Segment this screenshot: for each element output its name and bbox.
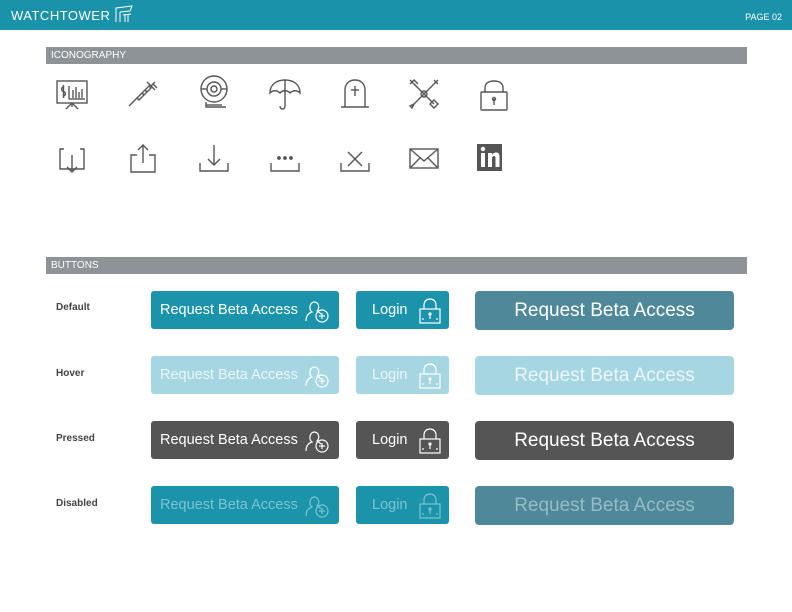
button-label: Request Beta Access [514, 430, 695, 451]
buttons-section-header: BUTTONS [46, 257, 747, 274]
padlock-icon [417, 428, 443, 454]
request-beta-access-large-button[interactable]: Request Beta Access [475, 421, 734, 460]
webcam-icon [196, 74, 232, 110]
request-beta-access-large-button[interactable]: Request Beta Access [475, 356, 734, 395]
state-label-default: Default [56, 302, 90, 313]
state-label-pressed: Pressed [56, 433, 95, 444]
add-user-icon [304, 363, 330, 389]
download-icon [196, 141, 232, 177]
button-label: Login [372, 432, 408, 448]
add-user-icon [304, 298, 330, 324]
login-button[interactable]: Login [356, 356, 449, 394]
button-label: Request Beta Access [514, 300, 695, 321]
clear-icon [337, 141, 373, 177]
request-beta-access-large-button[interactable]: Request Beta Access [475, 291, 734, 330]
inbox-icon [54, 141, 90, 177]
syringe-icon [125, 76, 161, 112]
request-beta-access-button[interactable]: Request Beta Access [151, 291, 339, 329]
request-beta-access-button: Request Beta Access [151, 486, 339, 524]
button-label: Request Beta Access [514, 365, 695, 386]
request-beta-access-button[interactable]: Request Beta Access [151, 356, 339, 394]
button-label: Request Beta Access [160, 367, 298, 383]
state-label-hover: Hover [56, 368, 85, 379]
share-icon [125, 141, 161, 177]
button-label: Request Beta Access [160, 497, 298, 513]
more-icon [267, 141, 303, 177]
request-beta-access-button[interactable]: Request Beta Access [151, 421, 339, 459]
button-label: Request Beta Access [160, 432, 298, 448]
top-bar: WATCHTOWER PAGE 02 [0, 0, 792, 30]
request-beta-access-large-button: Request Beta Access [475, 486, 734, 525]
login-button[interactable]: Login [356, 421, 449, 459]
crossed-tools-icon [406, 76, 442, 112]
watchtower-logo-icon [114, 5, 134, 23]
tombstone-icon [337, 76, 373, 112]
iconography-section-header: ICONOGRAPHY [46, 47, 747, 64]
padlock-icon [417, 493, 443, 519]
button-label: Login [372, 302, 408, 318]
padlock-icon [476, 78, 512, 114]
brand-name: WATCHTOWER [11, 8, 111, 23]
linkedin-icon [476, 141, 512, 177]
mail-icon [406, 141, 442, 177]
page-number: PAGE 02 [745, 12, 782, 22]
add-user-icon [304, 493, 330, 519]
padlock-icon [417, 363, 443, 389]
button-label: Request Beta Access [160, 302, 298, 318]
state-label-disabled: Disabled [56, 498, 98, 509]
presentation-chart-icon [54, 76, 90, 112]
padlock-icon [417, 298, 443, 324]
button-label: Request Beta Access [514, 495, 695, 516]
add-user-icon [304, 428, 330, 454]
login-button[interactable]: Login [356, 291, 449, 329]
umbrella-icon [267, 76, 303, 112]
login-button: Login [356, 486, 449, 524]
button-label: Login [372, 367, 408, 383]
button-label: Login [372, 497, 408, 513]
